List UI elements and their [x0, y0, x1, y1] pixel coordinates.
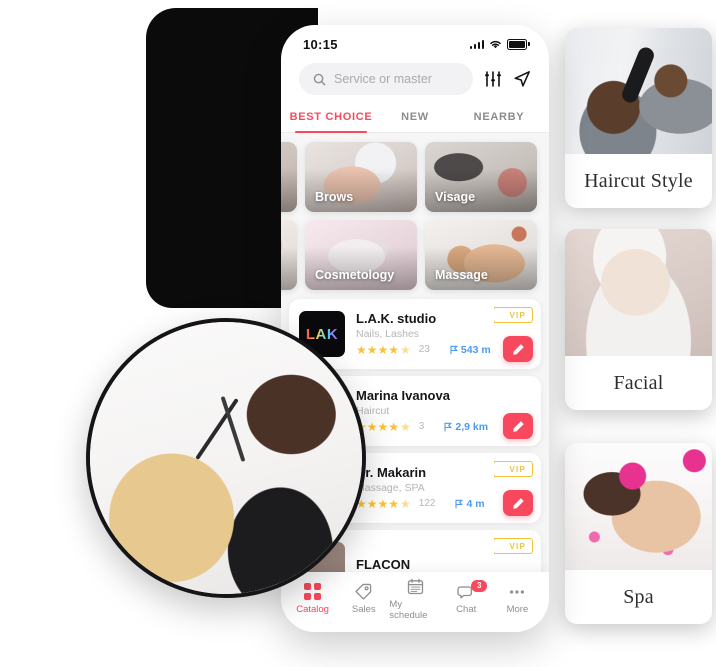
nav-item-more[interactable]: More [492, 584, 543, 615]
pencil-icon [512, 497, 524, 509]
pencil-icon [512, 343, 524, 355]
grid-icon [304, 583, 322, 600]
distance-label: 543 m [450, 344, 491, 356]
category-grid: Lashes Brows Visage Depilation Cosmetolo… [281, 142, 547, 290]
edit-button[interactable] [503, 413, 533, 439]
category-tile-depilation[interactable]: Depilation [281, 220, 297, 290]
status-badge: VIP [500, 538, 533, 554]
status-clock: 10:15 [303, 36, 338, 52]
tab-new[interactable]: NEW [373, 105, 457, 132]
search-placeholder: Service or master [334, 72, 432, 86]
salon-blowdry-photo [565, 28, 712, 154]
salon-name: FLACON [356, 556, 411, 572]
nav-item-chat[interactable]: 3 Chat [441, 579, 492, 615]
pencil-icon [512, 420, 524, 432]
bottom-navigation: Catalog Sales My schedule 3 Chat More [281, 572, 549, 632]
flag-icon [450, 345, 458, 354]
navigation-arrow-icon[interactable] [513, 70, 531, 88]
search-input[interactable]: Service or master [299, 63, 473, 95]
nav-label: My schedule [389, 598, 428, 621]
category-tile-visage[interactable]: Visage [425, 142, 537, 212]
status-icon-group [469, 38, 530, 50]
rating-stars: ★★★★ ★ [356, 496, 411, 511]
review-count: 122 [418, 498, 436, 510]
hero-circle [86, 318, 366, 598]
salon-logo-text: LAK [305, 325, 339, 343]
status-bar: 10:15 [281, 25, 549, 59]
battery-icon [507, 38, 530, 50]
ellipsis-icon [510, 589, 525, 594]
chat-unread-badge: 3 [471, 579, 488, 592]
nav-label: Catalog [296, 604, 329, 615]
nav-item-my-schedule[interactable]: My schedule [389, 578, 440, 621]
distance-label: 4 m [455, 498, 485, 510]
status-badge: VIP [500, 307, 533, 323]
side-card-caption: Haircut Style [584, 169, 693, 192]
nav-label: Sales [351, 604, 376, 615]
category-tile-cosmetology[interactable]: Cosmetology [305, 220, 417, 290]
rating-stars: ★★★★ ★ [356, 342, 411, 357]
search-icon [313, 73, 326, 85]
status-badge: VIP [500, 461, 533, 477]
nav-label: Chat [456, 603, 477, 615]
tab-best-choice[interactable]: BEST CHOICE [289, 105, 373, 132]
rating-stars: ★★★★ ★ [356, 419, 411, 434]
salon-name: Marina Ivanova [356, 388, 450, 404]
composition-stage: Haircut Style Facial Spa 10:15 Service o… [0, 0, 716, 667]
wifi-icon [490, 40, 501, 49]
haircut-scissors-photo [90, 322, 362, 594]
nav-item-catalog[interactable]: Catalog [287, 583, 338, 615]
side-card-spa[interactable]: Spa [565, 443, 712, 624]
signal-bars-icon [469, 39, 484, 49]
table-row[interactable]: LAK L.A.K. studio Nails, Lashes ★★★★ ★ 23… [289, 299, 541, 369]
side-card-caption: Spa [623, 585, 654, 608]
nav-item-sales[interactable]: Sales [338, 583, 389, 615]
flag-icon [455, 499, 464, 508]
spa-massage-photo [565, 443, 712, 570]
side-card-caption: Facial [613, 371, 664, 394]
edit-button[interactable] [503, 336, 533, 362]
tab-nearby[interactable]: NEARBY [457, 105, 541, 132]
calendar-icon [407, 578, 423, 594]
category-label: Cosmetology [315, 268, 395, 282]
side-card-facial[interactable]: Facial [565, 229, 712, 410]
flag-icon [444, 422, 452, 431]
category-tile-brows[interactable]: Brows [305, 142, 417, 212]
category-tab-bar: BEST CHOICE NEW NEARBY [281, 105, 549, 133]
backdrop-shape-bottom [146, 118, 296, 308]
distance-label: 2,9 km [444, 421, 488, 433]
category-tile-lashes[interactable]: Lashes [281, 142, 297, 212]
review-count: 23 [418, 344, 430, 356]
tag-icon [355, 583, 372, 600]
nav-label: More [506, 603, 529, 615]
category-label: Brows [315, 190, 354, 204]
category-label: Massage [435, 268, 488, 282]
category-label: Visage [435, 190, 476, 204]
facial-mask-photo [565, 229, 712, 356]
search-row: Service or master [281, 59, 549, 105]
side-card-haircut-style[interactable]: Haircut Style [565, 28, 712, 208]
review-count: 3 [418, 421, 425, 433]
edit-button[interactable] [503, 490, 533, 516]
filter-sliders-icon[interactable] [484, 71, 502, 87]
category-tile-massage[interactable]: Massage [425, 220, 537, 290]
